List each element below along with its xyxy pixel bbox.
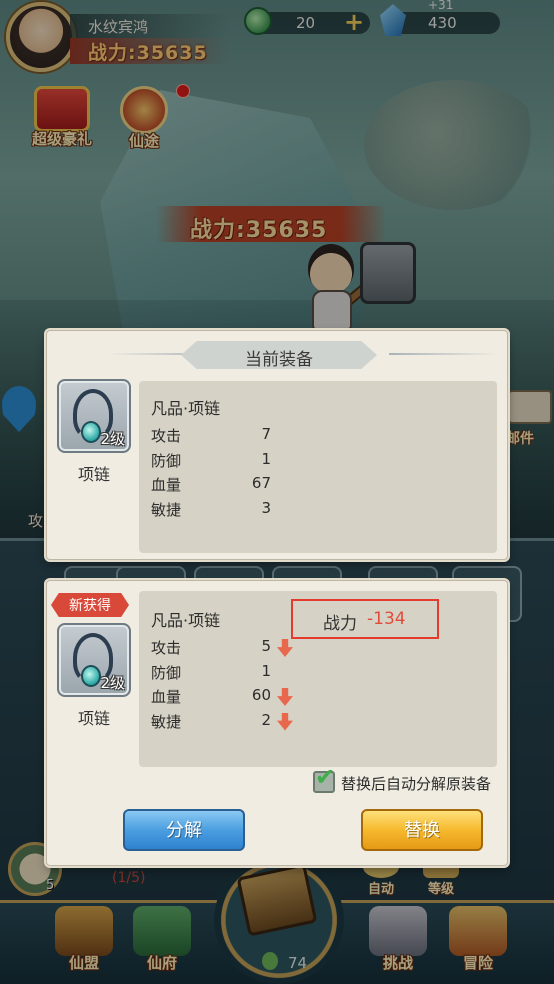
item-name: 凡品·项链 xyxy=(151,399,221,418)
new-equipment-panel: 新获得 2级 项链 凡品·项链 战力 -134 攻击 5 防御 1 血量 60 … xyxy=(46,580,508,866)
stat-name: 防御 xyxy=(151,663,182,682)
stat-name: 攻击 xyxy=(151,639,182,657)
stat-row: 防御 1 xyxy=(151,660,311,685)
power-change-label: 战力 xyxy=(323,614,357,634)
stat-row: 防御 1 xyxy=(151,448,311,473)
stat-value: 5 xyxy=(261,637,271,655)
item-name: 凡品·项链 xyxy=(151,611,221,630)
power-change-box xyxy=(291,599,439,639)
item-type: 项链 xyxy=(77,465,110,484)
stat-name: 攻击 xyxy=(151,427,182,445)
decrease-arrow-icon xyxy=(277,639,293,657)
stat-value: 3 xyxy=(261,498,271,517)
stat-value: 7 xyxy=(261,425,271,443)
stat-value: 1 xyxy=(261,449,271,468)
decrease-arrow-icon xyxy=(277,712,293,731)
stat-name: 防御 xyxy=(151,451,182,470)
stat-value: 1 xyxy=(261,661,271,680)
item-level: 2级 xyxy=(100,430,125,448)
panel-title: 当前装备 xyxy=(245,350,313,370)
stat-row: 血量 60 xyxy=(151,684,311,709)
checkmark-icon: ✔ xyxy=(315,763,336,791)
power-change-value: -134 xyxy=(367,609,406,629)
stat-value: 60 xyxy=(251,686,271,704)
current-item-slot[interactable]: 2级 xyxy=(57,379,131,453)
stat-value: 2 xyxy=(261,710,271,729)
decrease-arrow-icon xyxy=(277,688,293,706)
stat-name: 血量 xyxy=(151,476,182,494)
current-equipment-panel: 当前装备 2级 项链 凡品·项链 攻击 7 防御 1 血量 67 敏捷 3 xyxy=(46,330,508,560)
decompose-button[interactable]: 分解 xyxy=(123,809,245,851)
stat-name: 敏捷 xyxy=(151,712,182,731)
stat-row: 攻击 7 xyxy=(151,423,311,448)
new-badge-label: 新获得 xyxy=(69,598,111,614)
stat-row: 敏捷 3 xyxy=(151,497,311,522)
necklace-gem-icon xyxy=(81,421,101,443)
stat-name: 血量 xyxy=(151,688,182,706)
stat-value: 67 xyxy=(251,474,271,492)
stats-list: 攻击 7 防御 1 血量 67 敏捷 3 xyxy=(151,423,311,521)
replace-button[interactable]: 替换 xyxy=(361,809,483,851)
stat-row: 攻击 5 xyxy=(151,635,311,660)
new-item-slot[interactable]: 2级 xyxy=(57,623,131,697)
stats-list: 攻击 5 防御 1 血量 60 敏捷 2 xyxy=(151,635,311,733)
stat-row: 血量 67 xyxy=(151,472,311,497)
stat-row: 敏捷 2 xyxy=(151,709,311,734)
title-decoration xyxy=(389,353,499,355)
auto-decompose-label[interactable]: 替换后自动分解原装备 xyxy=(341,773,491,794)
necklace-gem-icon xyxy=(81,665,101,687)
stat-name: 敏捷 xyxy=(151,500,182,519)
item-type: 项链 xyxy=(77,709,110,728)
item-level: 2级 xyxy=(100,674,125,692)
